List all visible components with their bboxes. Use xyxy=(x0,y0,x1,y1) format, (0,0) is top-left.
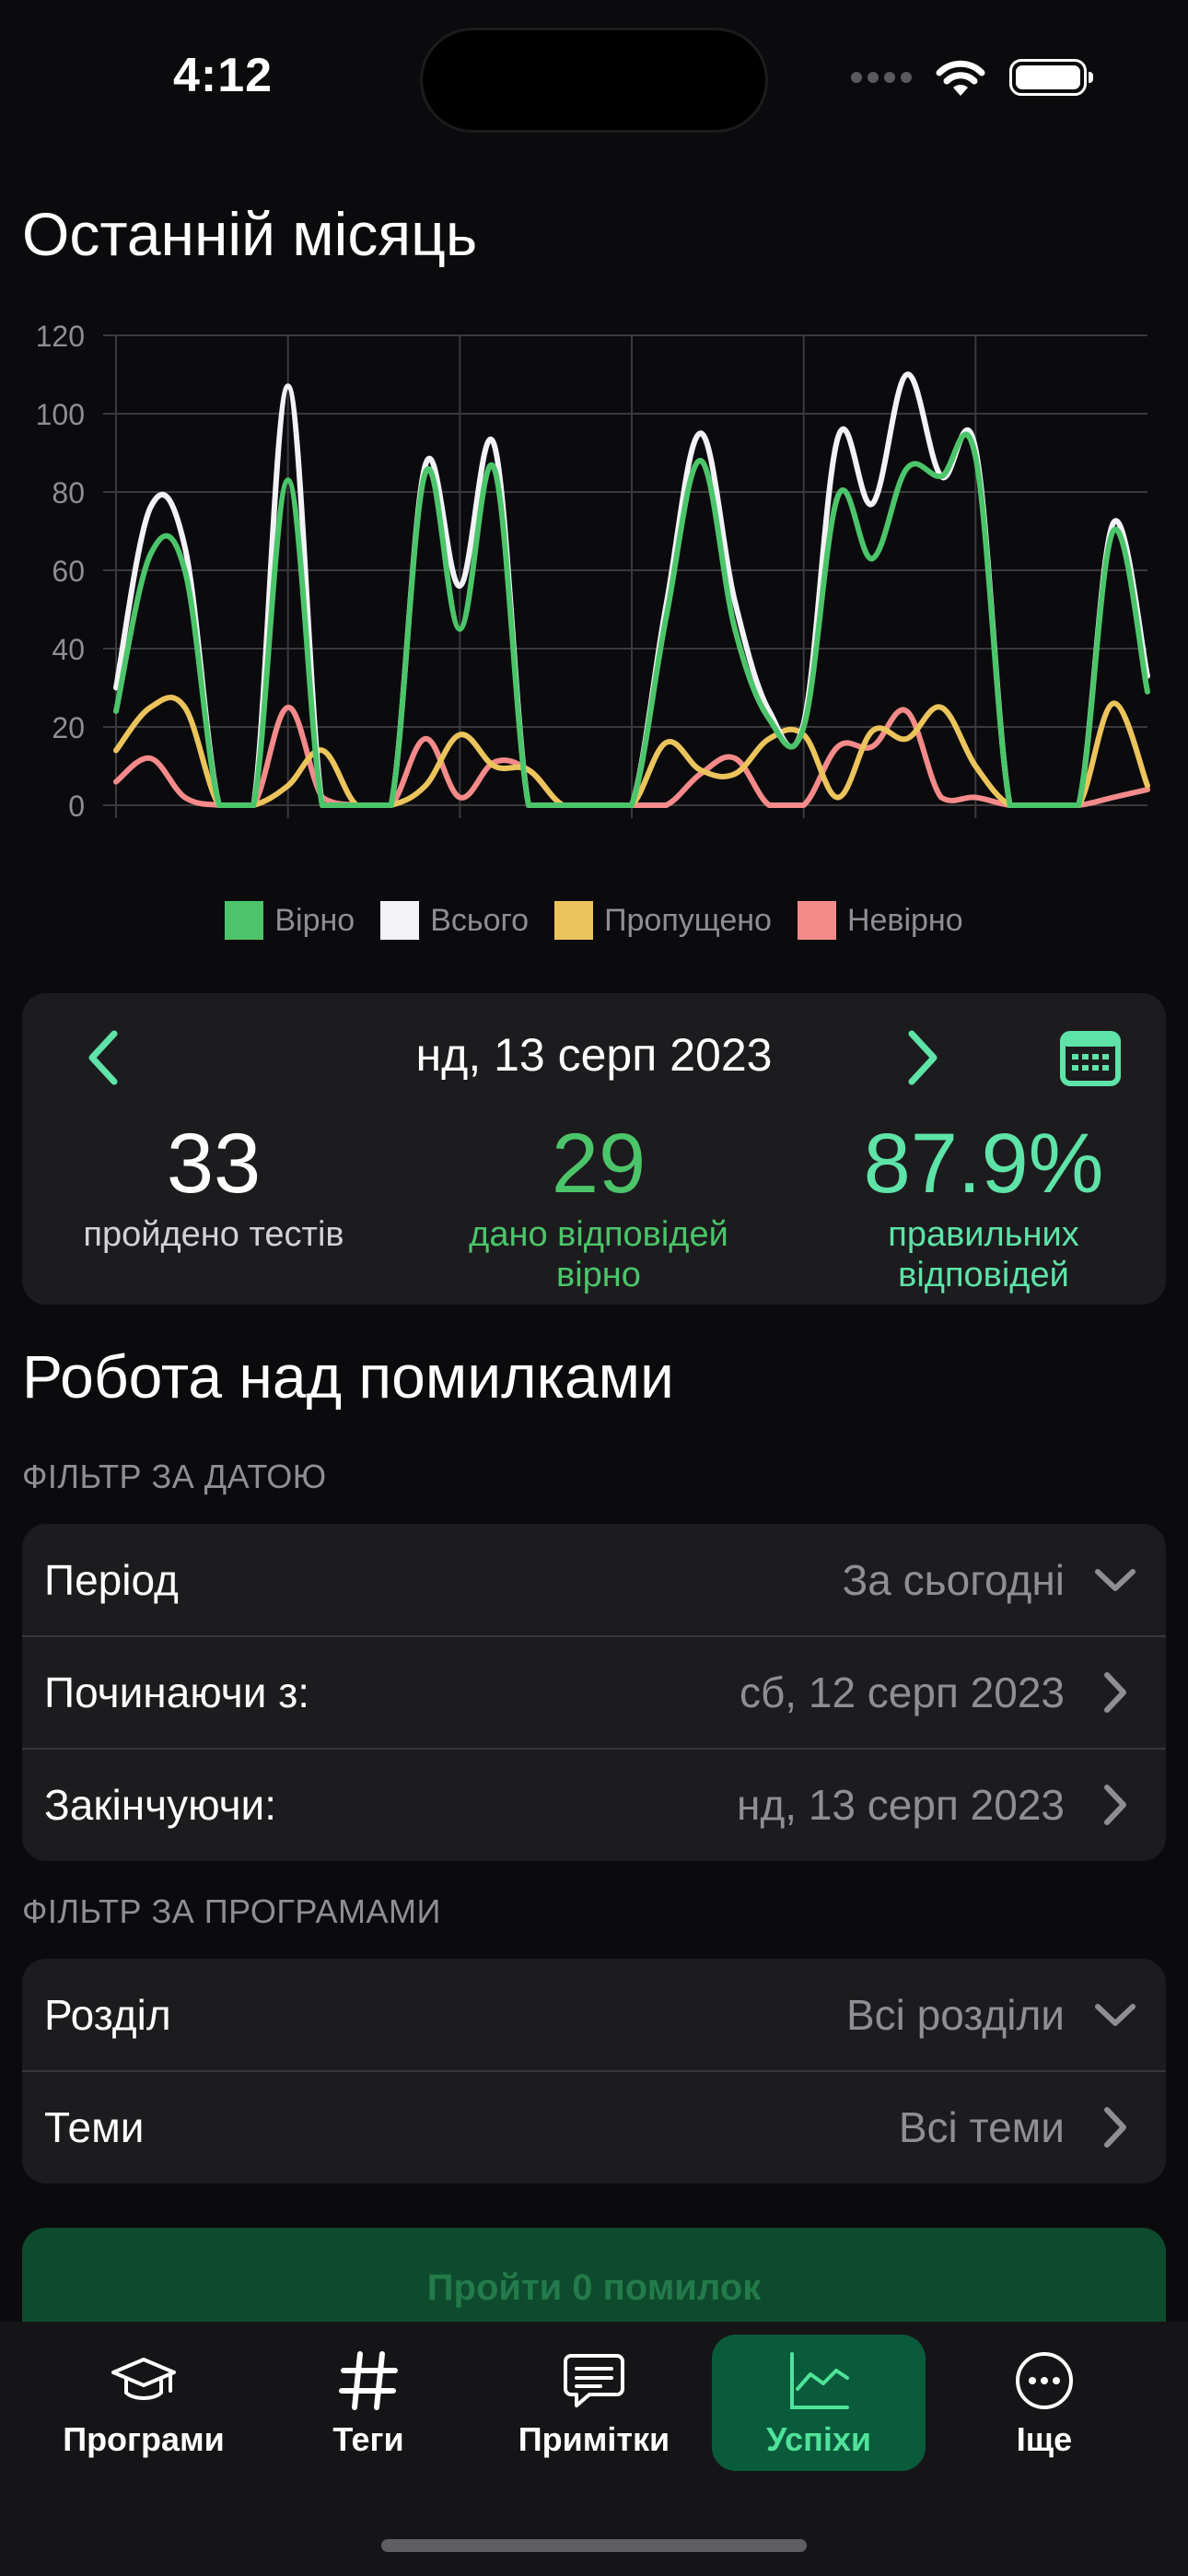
to-date-row[interactable]: Закінчуючи: нд, 13 серп 2023 xyxy=(22,1749,1166,1861)
chevron-right-icon xyxy=(1104,1785,1126,1825)
chevron-right-icon xyxy=(1104,2107,1126,2148)
y-tick-label: 0 xyxy=(68,790,85,823)
chart-canvas: 0 20 40 60 80 100 120 14.07 19.07 24.07 29.07 03.08… xyxy=(36,320,1150,869)
x-tick-label: 08.08 xyxy=(938,836,1012,838)
y-tick-label: 60 xyxy=(52,555,85,588)
status-icons xyxy=(851,57,1093,98)
correct-answers-stat: 29 дано відповідей вірно xyxy=(414,1113,783,1295)
section-value: Всі розділи xyxy=(845,1991,1065,2039)
correct-answers-caption: дано відповідей вірно xyxy=(469,1215,728,1294)
correct-percent-stat: 87.9% правильних відповідей xyxy=(799,1113,1168,1295)
cellular-signal-icon xyxy=(851,72,912,83)
tab-label: Теги xyxy=(332,2420,404,2458)
legend-swatch xyxy=(554,901,594,940)
date-filter-card: Період За сьогодні Починаючи з: сб, 12 с… xyxy=(22,1524,1166,1861)
from-date-label: Починаючи з: xyxy=(44,1669,310,1716)
tab-achievements[interactable]: Успіхи xyxy=(712,2335,926,2471)
ellipsis-circle-icon xyxy=(1016,2352,1073,2409)
battery-icon xyxy=(1009,59,1093,96)
chart-legend: Вірно Всього Пропущено Невірно xyxy=(0,901,1188,940)
to-date-value: нд, 13 серп 2023 xyxy=(737,1781,1065,1829)
tab-label: Примітки xyxy=(518,2420,670,2458)
x-tick-label: 24.07 xyxy=(423,836,496,838)
home-indicator xyxy=(381,2539,807,2552)
program-filter-header: ФІЛЬТР ЗА ПРОГРАМАМИ xyxy=(22,1892,441,1930)
x-tick-label: 29.07 xyxy=(595,836,669,838)
topics-label: Теми xyxy=(44,2103,145,2151)
errors-section-title: Робота над помилками xyxy=(22,1342,674,1411)
legend-item: Вірно xyxy=(225,901,355,940)
topics-row[interactable]: Теми Всі теми xyxy=(22,2071,1166,2184)
dynamic-island xyxy=(420,28,768,133)
graduation-cap-icon xyxy=(111,2358,176,2400)
tab-label: Іще xyxy=(1016,2420,1073,2458)
chevron-down-icon xyxy=(1095,1569,1136,1591)
calendar-icon[interactable] xyxy=(1054,1021,1127,1095)
next-day-button[interactable] xyxy=(893,1021,949,1095)
selected-date: нд, 13 серп 2023 xyxy=(415,1029,773,1081)
legend-item: Всього xyxy=(380,901,529,940)
x-tick-label: 14.07 xyxy=(79,836,153,838)
legend-swatch xyxy=(380,901,420,940)
line-chart: 0 20 40 60 80 100 120 14.07 19.07 24.07 29.07 03.08… xyxy=(0,304,1188,869)
period-value: За сьогодні xyxy=(842,1556,1066,1604)
wifi-icon xyxy=(936,60,985,96)
chart-line-icon xyxy=(790,2352,849,2409)
tab-tags[interactable]: Теги xyxy=(262,2335,475,2471)
from-date-row[interactable]: Починаючи з: сб, 12 серп 2023 xyxy=(22,1636,1166,1749)
status-time: 4:12 xyxy=(173,49,274,102)
chart-title: Останній місяць xyxy=(22,200,478,268)
legend-swatch xyxy=(225,901,264,940)
chevron-right-icon xyxy=(1104,1672,1126,1713)
period-row[interactable]: Період За сьогодні xyxy=(22,1524,1166,1636)
from-date-value: сб, 12 серп 2023 xyxy=(739,1669,1065,1716)
tests-taken-caption: пройдено тестів xyxy=(83,1215,344,1254)
tests-taken-value: 33 xyxy=(166,1117,262,1211)
y-tick-label: 40 xyxy=(52,633,85,666)
correct-percent-value: 87.9% xyxy=(863,1117,1104,1211)
daily-stats-card: нд, 13 серп 2023 33 пройдено тестів 29 д… xyxy=(22,993,1166,1305)
topics-value: Всі теми xyxy=(898,2103,1065,2151)
hashtag-icon xyxy=(339,2351,398,2410)
legend-label: Пропущено xyxy=(604,902,772,938)
section-label: Розділ xyxy=(44,1991,171,2039)
tests-taken-stat: 33 пройдено тестів xyxy=(29,1113,398,1255)
correct-percent-caption: правильних відповідей xyxy=(888,1215,1079,1294)
tab-bar: Програми Теги Примітки Успіхи Іще xyxy=(0,2322,1188,2576)
chevron-down-icon xyxy=(1095,2004,1136,2026)
legend-item: Невірно xyxy=(797,901,963,940)
y-tick-label: 80 xyxy=(52,476,85,509)
legend-label: Вірно xyxy=(274,902,355,938)
x-tick-label: 19.07 xyxy=(251,836,325,838)
tab-notes[interactable]: Примітки xyxy=(487,2335,701,2471)
to-date-label: Закінчуючи: xyxy=(44,1781,277,1829)
period-label: Період xyxy=(44,1556,179,1604)
tab-label: Програми xyxy=(63,2420,225,2458)
x-tick-label: 03.08 xyxy=(767,836,841,838)
program-filter-card: Розділ Всі розділи Теми Всі теми xyxy=(22,1959,1166,2184)
correct-answers-value: 29 xyxy=(551,1117,646,1211)
y-tick-label: 20 xyxy=(52,711,85,744)
speech-bubble-icon xyxy=(564,2354,624,2407)
legend-label: Всього xyxy=(430,902,530,938)
legend-swatch xyxy=(797,901,836,940)
section-row[interactable]: Розділ Всі розділи xyxy=(22,1959,1166,2071)
legend-item: Пропущено xyxy=(554,901,772,940)
tab-label: Успіхи xyxy=(765,2420,872,2458)
tab-more[interactable]: Іще xyxy=(938,2335,1151,2471)
date-filter-header: ФІЛЬТР ЗА ДАТОЮ xyxy=(22,1458,327,1495)
legend-label: Невірно xyxy=(846,902,963,938)
tab-programs[interactable]: Програми xyxy=(37,2335,250,2471)
status-bar: 4:12 xyxy=(0,0,1188,166)
y-tick-label: 120 xyxy=(36,320,85,353)
y-tick-label: 100 xyxy=(36,398,85,431)
